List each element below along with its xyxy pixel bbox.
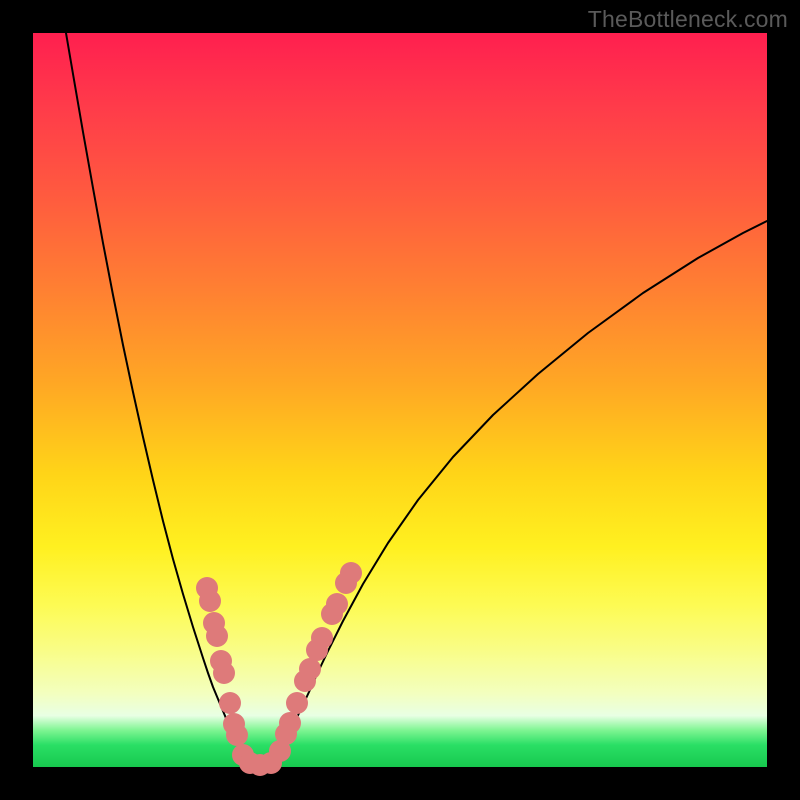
bottleneck-curve <box>66 33 767 765</box>
plot-area <box>33 33 767 767</box>
marker-dot <box>311 627 333 649</box>
marker-group <box>196 562 362 776</box>
marker-dot <box>219 692 241 714</box>
marker-dot <box>213 662 235 684</box>
watermark-text: TheBottleneck.com <box>588 6 788 33</box>
marker-dot <box>199 590 221 612</box>
marker-dot <box>206 625 228 647</box>
marker-dot <box>299 658 321 680</box>
marker-dot <box>226 724 248 746</box>
marker-dot <box>340 562 362 584</box>
chart-svg <box>33 33 767 767</box>
marker-dot <box>286 692 308 714</box>
marker-dot <box>326 593 348 615</box>
outer-frame: TheBottleneck.com <box>0 0 800 800</box>
marker-dot <box>279 712 301 734</box>
